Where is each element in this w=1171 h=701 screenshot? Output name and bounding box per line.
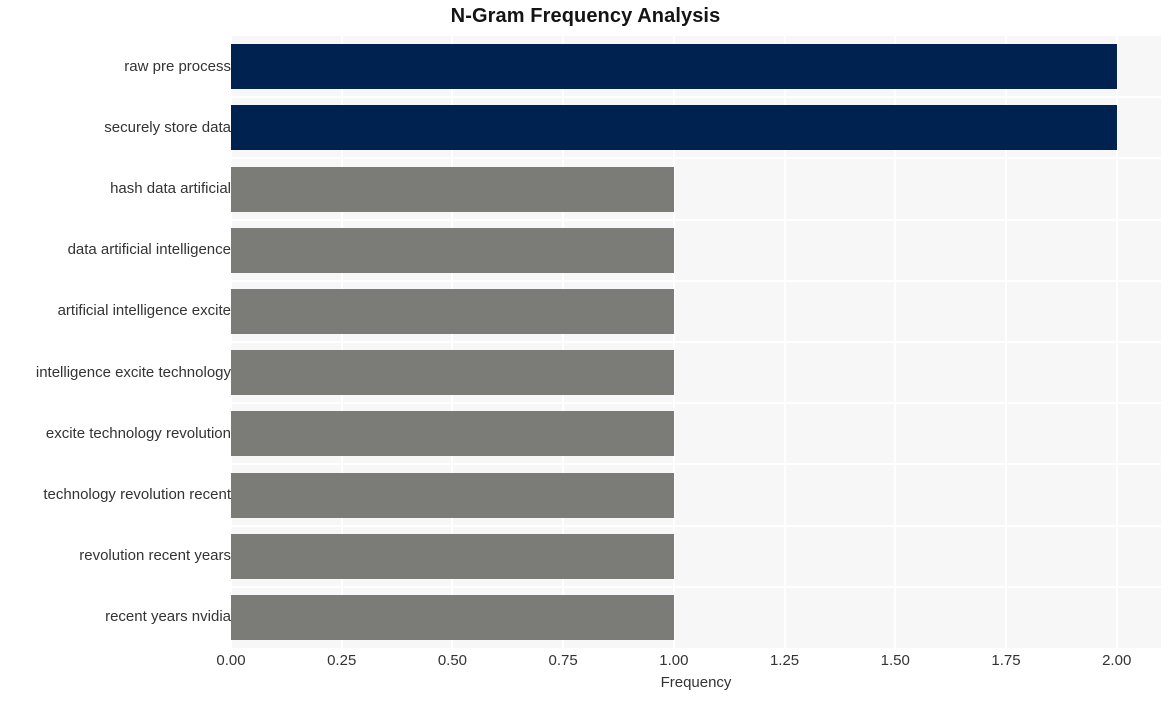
y-tick-label: securely store data bbox=[104, 118, 231, 136]
horizontal-gridline bbox=[231, 157, 1161, 160]
bar bbox=[231, 288, 674, 334]
y-tick-label: artificial intelligence excite bbox=[57, 302, 231, 320]
horizontal-gridline bbox=[231, 585, 1161, 588]
y-tick-label: raw pre process bbox=[124, 57, 231, 75]
horizontal-gridline bbox=[231, 463, 1161, 466]
y-tick-label: revolution recent years bbox=[79, 547, 231, 565]
bar bbox=[231, 594, 674, 640]
y-tick-label: data artificial intelligence bbox=[67, 241, 231, 259]
chart-title: N-Gram Frequency Analysis bbox=[450, 5, 721, 27]
bar bbox=[231, 350, 674, 396]
bar bbox=[231, 227, 674, 273]
y-tick-label: technology revolution recent bbox=[43, 486, 231, 503]
y-tick-label: recent years nvidia bbox=[105, 608, 231, 626]
x-tick-label: 1.25 bbox=[769, 652, 800, 669]
horizontal-gridline bbox=[231, 218, 1161, 221]
bar bbox=[231, 472, 674, 518]
bar bbox=[231, 105, 1117, 151]
x-axis-label: Frequency bbox=[660, 674, 732, 691]
x-axis-tick-labels: 0.00 0.25 0.50 0.75 1.00 1.25 1.50 1.75 2.00 bbox=[0, 652, 1171, 674]
y-axis-tick-labels: raw pre process securely store data hash d… bbox=[0, 36, 231, 648]
x-tick-label: 1.00 bbox=[659, 652, 689, 669]
horizontal-gridline bbox=[231, 402, 1161, 405]
bar bbox=[231, 44, 1117, 90]
x-tick-label: 1.50 bbox=[880, 652, 910, 669]
y-tick-label: intelligence excite technology bbox=[35, 363, 231, 381]
y-tick-label: hash data artificial bbox=[110, 180, 231, 197]
horizontal-gridline bbox=[231, 96, 1161, 99]
horizontal-gridline bbox=[231, 341, 1161, 343]
x-tick-label: 0.00 bbox=[216, 652, 246, 669]
chart-figure: N-Gram Frequency Analysis raw pre proces… bbox=[0, 0, 1171, 701]
bar bbox=[231, 411, 674, 457]
x-tick-label: 0.75 bbox=[548, 652, 578, 669]
bar bbox=[231, 166, 674, 212]
plot-area bbox=[230, 36, 1161, 648]
horizontal-gridline bbox=[231, 524, 1161, 527]
bar bbox=[231, 533, 674, 579]
x-tick-label: 2.00 bbox=[1102, 652, 1132, 669]
x-tick-label: 0.50 bbox=[437, 652, 468, 669]
y-tick-label: excite technology revolution bbox=[45, 424, 231, 442]
x-tick-label: 0.25 bbox=[327, 652, 357, 669]
x-tick-label: 1.75 bbox=[991, 652, 1021, 669]
horizontal-gridline bbox=[231, 279, 1161, 282]
